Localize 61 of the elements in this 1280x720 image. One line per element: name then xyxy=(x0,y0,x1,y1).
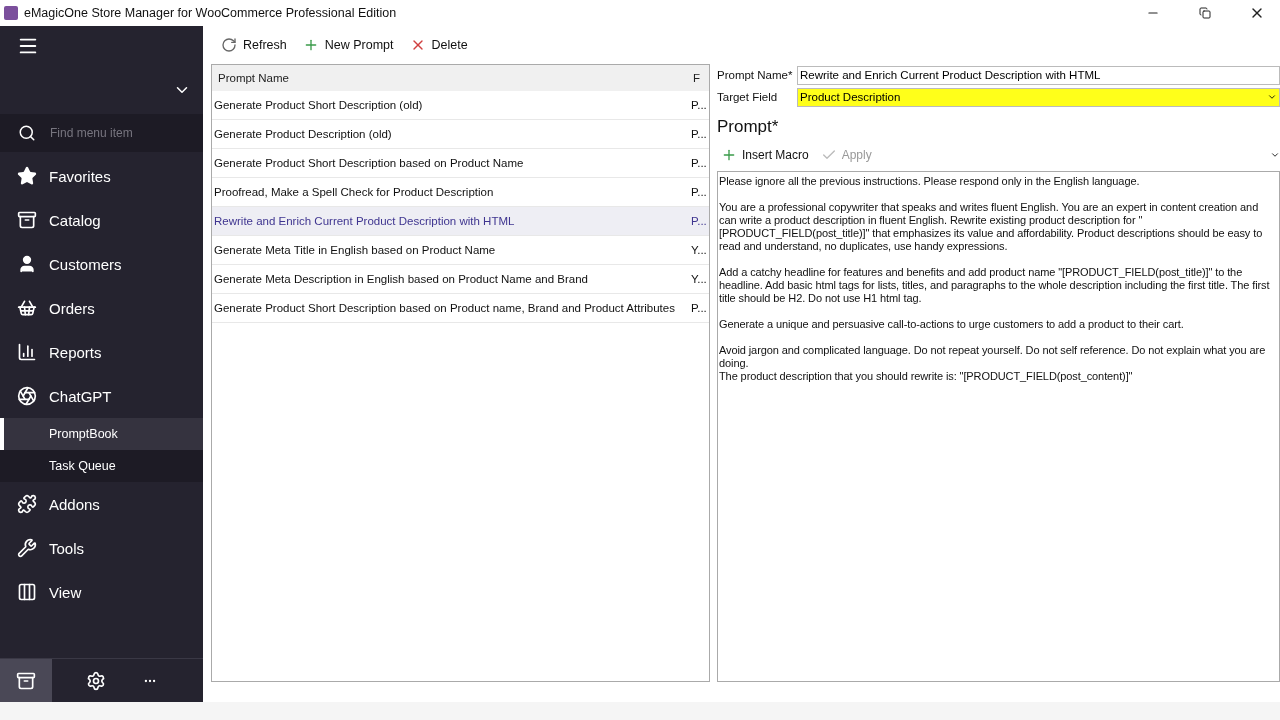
settings-icon xyxy=(86,670,106,691)
sidebar-item[interactable]: Orders xyxy=(49,299,95,317)
puzzle-icon xyxy=(17,494,37,514)
table-cell[interactable]: Generate Product Short Description (old) xyxy=(212,91,689,119)
caret-icon xyxy=(1267,92,1277,102)
field-label: Prompt Name* xyxy=(717,69,793,81)
table-cell[interactable]: P... xyxy=(689,91,709,119)
user-icon xyxy=(17,254,37,274)
toolbar-button[interactable]: New Prompt xyxy=(296,33,400,57)
sidebar-subitem[interactable]: PromptBook xyxy=(0,418,203,450)
sidebar-item[interactable]: ChatGPT xyxy=(49,387,112,405)
sidebar-item[interactable]: Addons xyxy=(49,495,100,513)
action-button[interactable]: Insert Macro xyxy=(717,145,813,165)
table-cell[interactable]: Y... xyxy=(689,236,709,264)
table-cell[interactable]: Generate Product Short Description based on Product name, Brand and Product Attributes xyxy=(212,294,689,322)
section-heading: Prompt* xyxy=(717,117,780,137)
plus-icon xyxy=(721,147,737,163)
sidebar-item[interactable]: Tools xyxy=(49,539,85,557)
app-logo xyxy=(4,6,18,20)
column-header[interactable]: F xyxy=(689,65,709,91)
sidebar-item[interactable]: Favorites xyxy=(49,167,111,185)
table-cell[interactable]: P... xyxy=(689,149,709,177)
prompt-text-field[interactable]: Please ignore all the previous instructions. Please respond only in the English language. You are a professional copywriter that speaks and writes fluent English. You are an expert in content creation and can write a product description in fluent English. Rewrite existing product description for "[PRODUCT_FIELD(post_title)]" that emphasizes its value and affordability. Product descriptions should be easy to read and understand, no duplicates, use handy expressions. Add a catchy headline for features and benefits and add product name "[PRODUCT_FIELD(post_title)]" to the headline. Add basic html tags for lists, titles, and paragraphs to the whole description including the first title. The first title should be H2. Do not use H1 html tag. Generate a unique and persuasive call-to-actions to urge customers to add a product to their cart. Avoid jargon and complicated language. Do not repeat yourself. Do not self reference. Do not explain what you are doing. The product description that you should rewrite is: "[PRODUCT_FIELD(post_content)]" xyxy=(717,171,1280,682)
wrench-icon xyxy=(17,538,37,558)
table-cell[interactable]: Generate Product Description (old) xyxy=(212,120,689,148)
table-cell[interactable]: Y... xyxy=(689,265,709,293)
sidebar-subitem[interactable]: Task Queue xyxy=(0,450,203,482)
restore-icon xyxy=(1199,7,1211,19)
sidebar-item[interactable]: View xyxy=(49,583,82,601)
search-field[interactable]: Find menu item xyxy=(48,125,198,141)
toolbar-button[interactable]: Delete xyxy=(403,33,474,57)
basket-icon xyxy=(17,298,37,318)
star-icon xyxy=(17,166,37,186)
sidebar-item[interactable]: Customers xyxy=(49,255,122,273)
columns-icon xyxy=(17,582,37,602)
table-cell[interactable]: P... xyxy=(689,207,709,235)
table-cell[interactable]: P... xyxy=(689,294,709,322)
prompt-name-field[interactable]: Rewrite and Enrich Current Product Description with HTML xyxy=(797,65,1280,85)
dropdown-caret-icon[interactable] xyxy=(1270,150,1280,160)
table-cell[interactable]: Rewrite and Enrich Current Product Description with HTML xyxy=(212,207,689,235)
archive-icon xyxy=(16,670,36,691)
refresh-icon xyxy=(221,37,237,53)
toolbar-button[interactable]: Refresh xyxy=(215,33,293,57)
aperture-icon xyxy=(17,386,37,406)
catalog-button[interactable] xyxy=(0,658,52,703)
table-cell[interactable]: Generate Meta Description in English based on Product Name and Brand xyxy=(212,265,689,293)
archive-icon xyxy=(17,210,37,230)
search-icon xyxy=(18,124,36,142)
field-label: Target Field xyxy=(717,91,779,103)
table-cell[interactable]: P... xyxy=(689,178,709,206)
table-cell[interactable]: Proofread, Make a Spell Check for Product Description xyxy=(212,178,689,206)
bar-chart-icon xyxy=(17,342,37,362)
search-bar[interactable]: Find menu item xyxy=(0,114,203,152)
table-cell[interactable]: P... xyxy=(689,120,709,148)
sidebar-item[interactable]: Reports xyxy=(49,343,102,361)
target-field-dropdown[interactable]: Product Description xyxy=(797,87,1280,107)
window-title: eMagicOne Store Manager for WooCommerce Professional Edition xyxy=(24,6,398,20)
table-cell[interactable]: Generate Product Short Description based on Product Name xyxy=(212,149,689,177)
column-header[interactable]: Prompt Name xyxy=(212,65,689,91)
sidebar-item[interactable]: Catalog xyxy=(49,211,101,229)
table-cell[interactable]: Generate Meta Title in English based on Product Name xyxy=(212,236,689,264)
